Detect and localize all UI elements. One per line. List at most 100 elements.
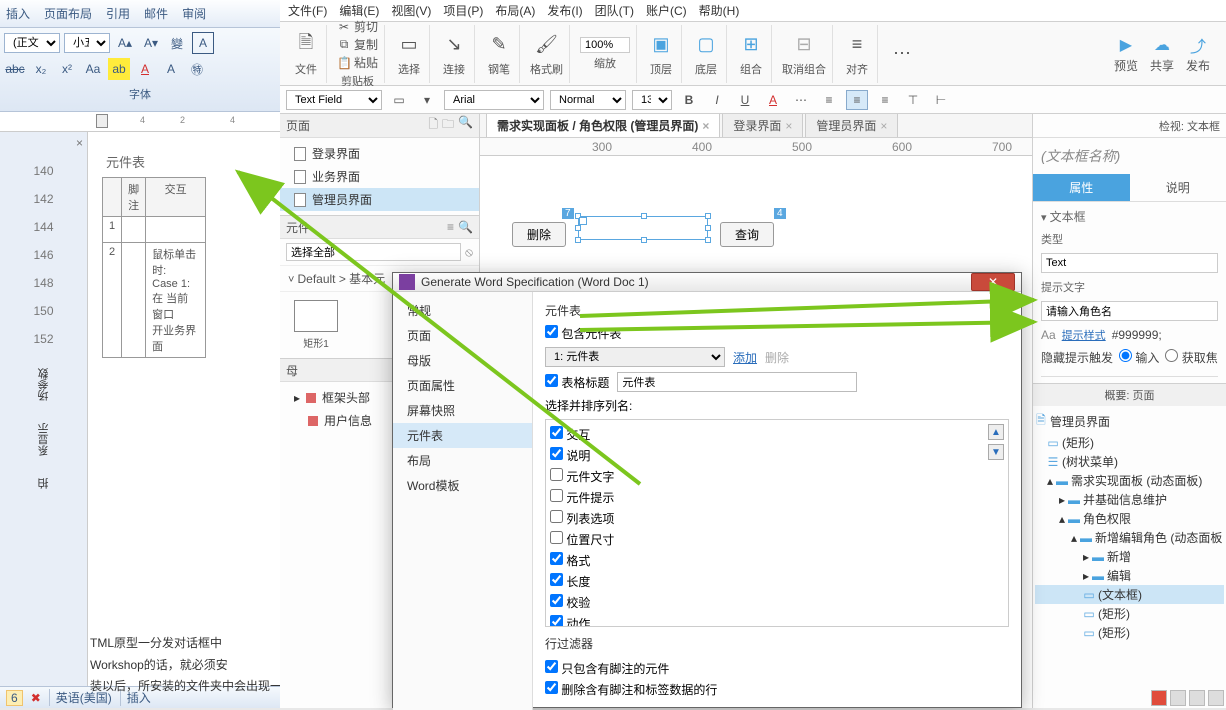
outline-item[interactable]: ▴▬角色权限 [1035, 509, 1224, 528]
menu-file[interactable]: 文件(F) [288, 2, 327, 19]
clear-filter-icon[interactable]: ⦸ [465, 245, 473, 260]
search-icon[interactable]: 🔍 [458, 115, 473, 136]
tray-icon[interactable] [1151, 690, 1167, 706]
preview-button[interactable]: ▶预览 [1114, 33, 1138, 74]
page-item-admin[interactable]: 管理员界面 [280, 188, 479, 211]
query-button[interactable]: 查询 [720, 222, 774, 247]
close-tab-icon[interactable]: × [880, 119, 887, 133]
delete-button[interactable]: 删除 [512, 222, 566, 247]
copy-button[interactable]: ⧉复制 [337, 36, 378, 53]
valign-mid-button[interactable]: ⊢ [930, 90, 952, 110]
radio-input[interactable]: 输入 [1119, 349, 1159, 366]
add-folder-icon[interactable]: 🗀 [442, 115, 454, 136]
menu-project[interactable]: 项目(P) [443, 2, 483, 19]
lib-search-icon[interactable]: 🔍 [458, 220, 473, 234]
type-input[interactable] [1041, 253, 1218, 273]
font-color-button[interactable]: A [134, 58, 156, 80]
move-down-button[interactable]: ▼ [988, 444, 1004, 460]
tab-mail[interactable]: 邮件 [144, 5, 168, 22]
widget-type-select[interactable]: Text Field [286, 90, 382, 110]
enclose-button[interactable]: ㊕ [186, 58, 208, 80]
nav-template[interactable]: Word模板 [393, 473, 532, 498]
sub-button[interactable]: x₂ [30, 58, 52, 80]
column-checkbox[interactable]: 位置尺寸 [550, 529, 1004, 550]
side-option[interactable]: 拍 [36, 478, 52, 489]
pen-icon[interactable]: ✎ [485, 31, 513, 59]
column-checkbox[interactable]: 说明 [550, 445, 1004, 466]
font-color-button[interactable]: A [762, 90, 784, 110]
selected-textfield[interactable] [578, 216, 708, 240]
bring-front-icon[interactable]: ▣ [647, 31, 675, 59]
canvas-tab[interactable]: 登录界面× [722, 114, 803, 137]
phonetic-button[interactable]: 變 [166, 32, 188, 54]
outline-item[interactable]: ▭(矩形) [1035, 623, 1224, 642]
italic-button[interactable]: I [706, 90, 728, 110]
table-select[interactable]: 1: 元件表 [545, 347, 725, 367]
font-size-select[interactable]: 13 [632, 90, 672, 110]
inspector-tab-properties[interactable]: 属性 [1033, 174, 1130, 201]
char-shading-button[interactable]: A [160, 58, 182, 80]
filter-footnote-checkbox[interactable]: 只包含有脚注的元件 [545, 660, 669, 677]
file-icon[interactable]: 🗎 [292, 31, 320, 59]
page-item-business[interactable]: 业务界面 [280, 165, 479, 188]
nav-widget-table[interactable]: 元件表 [393, 423, 532, 448]
connect-icon[interactable]: ↘ [440, 31, 468, 59]
column-checkbox[interactable]: 列表选项 [550, 508, 1004, 529]
menu-help[interactable]: 帮助(H) [699, 2, 740, 19]
column-checkbox[interactable]: 动作 [550, 613, 1004, 627]
side-option[interactable]: 系显示 [36, 423, 52, 456]
table-title-input[interactable] [617, 372, 857, 392]
strike-button[interactable]: abc [4, 58, 26, 80]
ungroup-icon[interactable]: ⊟ [790, 31, 818, 59]
font-weight-select[interactable]: Normal [550, 90, 626, 110]
outline-item[interactable]: ▸▬并基础信息维护 [1035, 490, 1224, 509]
canvas-h-ruler[interactable]: 300 400 500 600 700 [480, 138, 1032, 156]
column-checkbox[interactable]: 校验 [550, 592, 1004, 613]
outline-item-selected[interactable]: ▭(文本框) [1035, 585, 1224, 604]
menu-view[interactable]: 视图(V) [391, 2, 431, 19]
style-button[interactable]: ▾ [416, 90, 438, 110]
outline-item[interactable]: ▭(矩形) [1035, 604, 1224, 623]
word-h-ruler[interactable]: 4 2 4 [0, 112, 280, 132]
canvas-tab[interactable]: 管理员界面× [805, 114, 898, 137]
align-left-button[interactable]: ≡ [818, 90, 840, 110]
share-button[interactable]: ☁共享 [1150, 33, 1174, 74]
tray-icon[interactable] [1170, 690, 1186, 706]
shrink-font-button[interactable]: A▾ [140, 32, 162, 54]
font-size-select[interactable]: 小五 [64, 33, 110, 53]
char-border-button[interactable]: A [192, 32, 214, 54]
valign-top-button[interactable]: ⊤ [902, 90, 924, 110]
font-style-select[interactable]: (正文) [4, 33, 60, 53]
underline-button[interactable]: U [734, 90, 756, 110]
side-option[interactable]: 场参数 [36, 368, 52, 401]
canvas-tab-active[interactable]: 需求实现面板 / 角色权限 (管理员界面)× [486, 114, 720, 137]
outline-item[interactable]: ▴▬新增编辑角色 (动态面板 [1035, 528, 1224, 547]
format-painter-icon[interactable]: 🖌 [533, 31, 561, 59]
grow-font-button[interactable]: A▴ [114, 32, 136, 54]
send-back-icon[interactable]: ▢ [692, 31, 720, 59]
bold-button[interactable]: B [678, 90, 700, 110]
close-tab-icon[interactable]: × [702, 119, 709, 133]
column-checkbox[interactable]: 交互 [550, 424, 1004, 445]
align-right-button[interactable]: ≡ [874, 90, 896, 110]
move-up-button[interactable]: ▲ [988, 424, 1004, 440]
cut-button[interactable]: ✂剪切 [337, 18, 378, 35]
inspector-tab-notes[interactable]: 说明 [1130, 174, 1226, 201]
library-filter-input[interactable] [286, 243, 461, 261]
column-checkbox[interactable]: 长度 [550, 571, 1004, 592]
column-checkbox[interactable]: 元件提示 [550, 487, 1004, 508]
menu-account[interactable]: 账户(C) [646, 2, 687, 19]
outline-item[interactable]: ▸▬编辑 [1035, 566, 1224, 585]
page-item-login[interactable]: 登录界面 [280, 142, 479, 165]
menu-edit[interactable]: 编辑(E) [339, 2, 379, 19]
dialog-titlebar[interactable]: Generate Word Specification (Word Doc 1)… [393, 273, 1021, 292]
highlight-button[interactable]: ab [108, 58, 130, 80]
hint-style-link[interactable]: 提示样式 [1062, 327, 1106, 343]
radio-focus[interactable]: 获取焦 [1165, 349, 1217, 366]
widget-name-label[interactable]: (文本框名称) [1033, 138, 1226, 174]
hint-input[interactable] [1041, 301, 1218, 321]
paste-button[interactable]: 📋粘贴 [337, 54, 378, 71]
dialog-close-button[interactable]: ✕ [971, 273, 1015, 291]
more-icon[interactable]: ⋯ [888, 40, 916, 68]
outline-item[interactable]: ▸▬新增 [1035, 547, 1224, 566]
